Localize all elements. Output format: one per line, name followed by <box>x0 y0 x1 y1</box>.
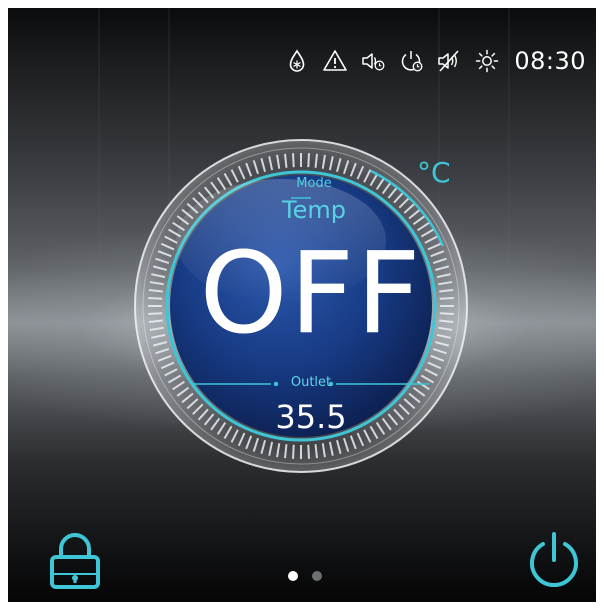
page-dot-2[interactable] <box>312 571 322 581</box>
page-dot-1[interactable] <box>288 571 298 581</box>
sound-timer-icon <box>360 48 386 74</box>
status-bar: 08:30 <box>284 44 586 78</box>
defrost-drop-icon <box>284 48 310 74</box>
power-icon <box>530 532 578 588</box>
power-timer-icon <box>398 48 424 74</box>
dial-tick <box>291 444 295 459</box>
power-button[interactable] <box>526 529 582 589</box>
temperature-unit: °C <box>417 156 451 189</box>
dial-tick <box>307 153 311 168</box>
mute-icon <box>436 48 462 74</box>
outlet-label: Outlet <box>290 375 332 390</box>
lock-icon <box>50 533 100 589</box>
lock-button[interactable] <box>48 532 102 590</box>
mode-value[interactable]: Temp <box>262 196 366 224</box>
dial-tick <box>148 296 163 300</box>
mode-label: Mode <box>296 176 332 191</box>
sun-icon <box>474 48 500 74</box>
dial-tick <box>307 444 311 459</box>
outlet-temperature-value: 35.5 <box>275 398 347 436</box>
page-indicator <box>288 571 322 581</box>
dial-tick <box>291 153 295 168</box>
dial-tick <box>439 312 454 316</box>
clock-time: 08:30 <box>514 47 586 75</box>
dial-tick <box>148 312 163 316</box>
power-state-display: OFF <box>199 229 423 359</box>
background-streak <box>98 8 100 328</box>
warning-triangle-icon <box>322 48 348 74</box>
dial-tick <box>439 296 454 300</box>
